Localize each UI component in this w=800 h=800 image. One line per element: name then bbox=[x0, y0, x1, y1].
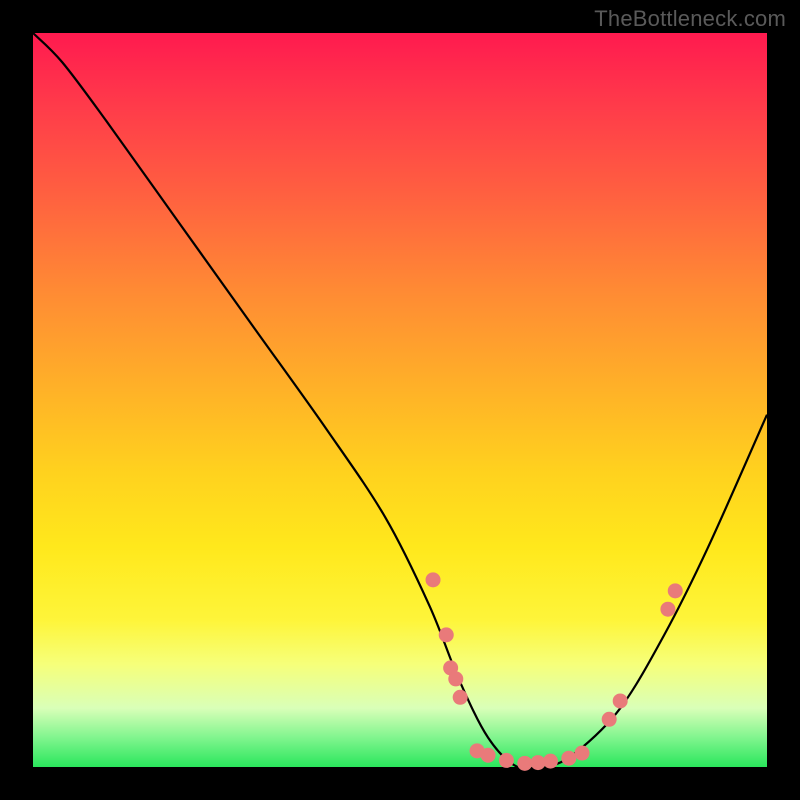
bottleneck-curve bbox=[33, 33, 767, 770]
data-point-p5 bbox=[453, 690, 468, 705]
chart-frame: TheBottleneck.com bbox=[0, 0, 800, 800]
data-point-p1 bbox=[426, 572, 441, 587]
watermark-text: TheBottleneck.com bbox=[594, 6, 786, 32]
data-point-p15 bbox=[613, 693, 628, 708]
data-point-p14 bbox=[602, 712, 617, 727]
data-point-p9 bbox=[517, 756, 532, 771]
plot-area bbox=[33, 33, 767, 767]
data-point-p13 bbox=[575, 746, 590, 761]
data-point-p2 bbox=[439, 627, 454, 642]
data-point-p11 bbox=[543, 754, 558, 769]
curve-layer bbox=[33, 33, 767, 767]
data-point-p7 bbox=[481, 748, 496, 763]
data-point-p4 bbox=[448, 671, 463, 686]
data-point-p17 bbox=[668, 583, 683, 598]
data-point-p12 bbox=[561, 751, 576, 766]
data-point-p16 bbox=[660, 602, 675, 617]
data-point-p8 bbox=[499, 753, 514, 768]
